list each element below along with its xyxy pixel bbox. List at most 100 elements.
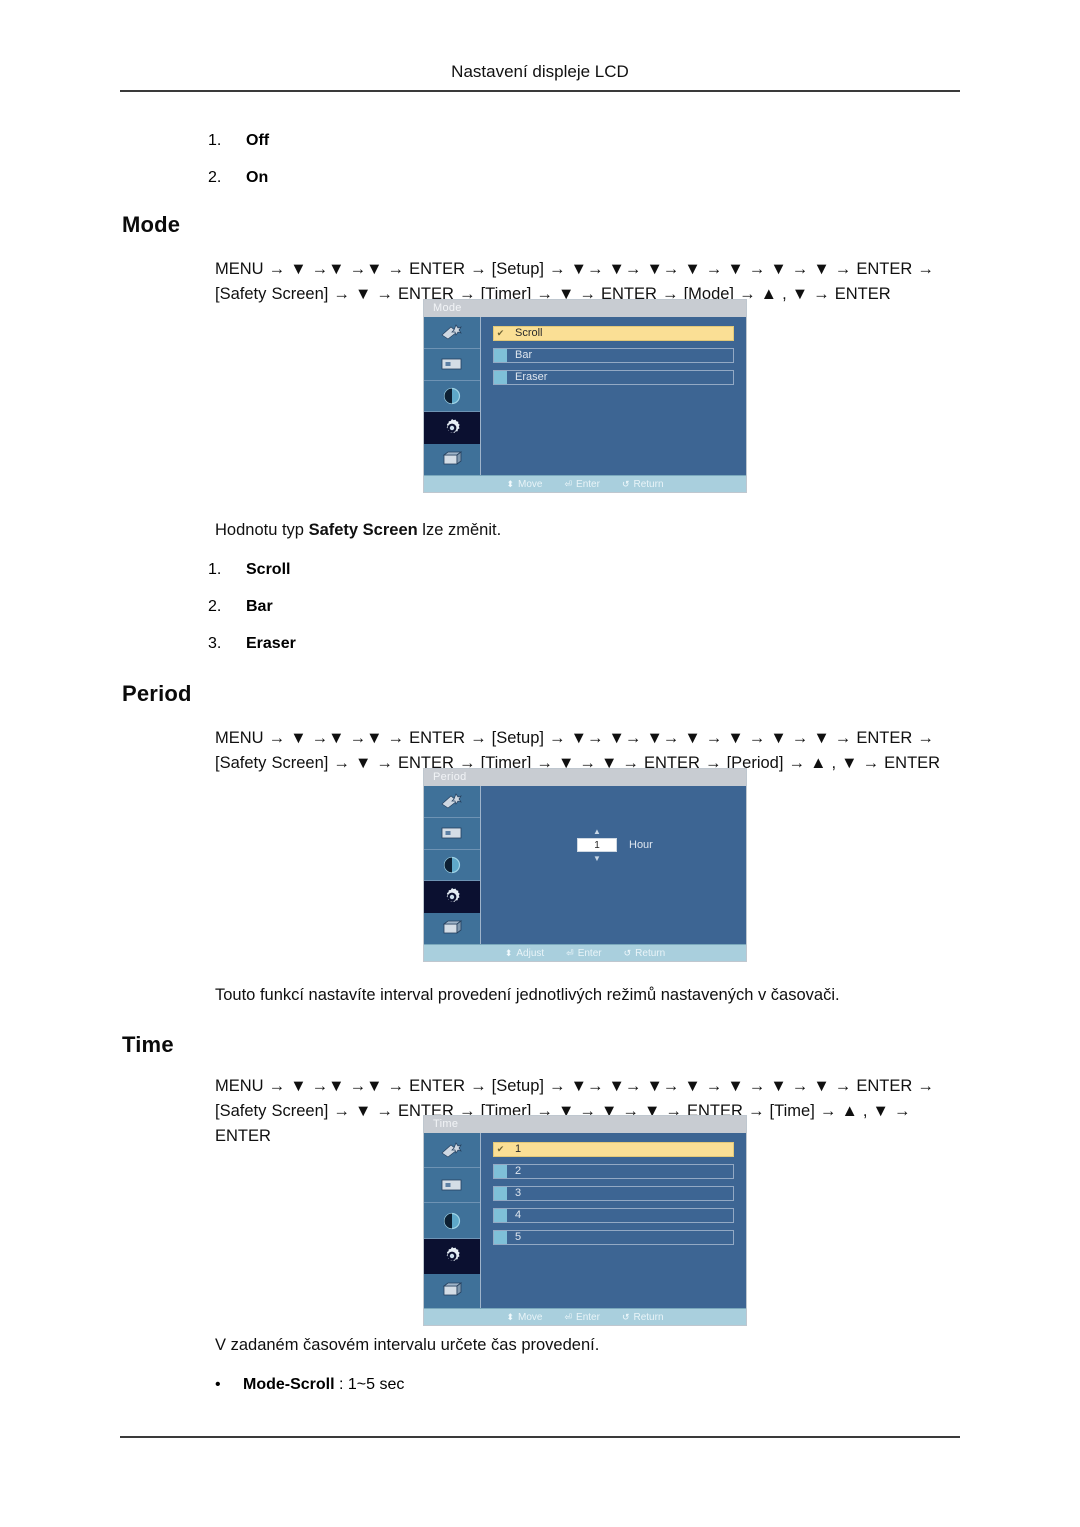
list-item-label: Off — [246, 132, 270, 149]
setup-gear-icon[interactable] — [424, 412, 480, 445]
mode-caption-bold: Safety Screen — [308, 521, 418, 539]
list-item-label: Eraser — [246, 635, 296, 652]
period-value-stepper[interactable]: ▲ 1 ▼ Hour — [577, 828, 653, 863]
setup-gear-icon[interactable] — [424, 1238, 480, 1274]
osd-hint-move: ⬍ Move — [506, 479, 542, 490]
osd-option-label: Eraser — [515, 371, 548, 383]
list-item-index: 1. — [208, 132, 222, 149]
page-header-title: Nastavení displeje LCD — [451, 62, 629, 81]
osd-main-mode: ✔ Scroll Bar Eraser — [481, 317, 746, 475]
screen-icon[interactable] — [424, 1168, 480, 1204]
mode-caption: Hodnotu typ Safety Screen lze změnit. — [215, 521, 501, 540]
enter-key-icon: ⏎ — [566, 947, 574, 958]
stepper-down-icon[interactable]: ▼ — [593, 855, 601, 863]
time-bullet-item: • Mode-Scroll : 1~5 sec — [215, 1376, 404, 1394]
osd-hint-adjust: ⬍ Adjust — [505, 948, 544, 959]
list-item-index: 1. — [208, 561, 222, 578]
bullet-label-rest: : 1~5 sec — [334, 1376, 405, 1393]
osd-hint-enter: ⏎ Enter — [564, 479, 599, 490]
move-updown-icon: ⬍ — [506, 1311, 515, 1322]
osd-sidebar — [424, 1133, 481, 1309]
osd-screenshot-period: Period ▲ 1 ▼ Hour ⬍ Adjust ⏎ Enter ↺ Ret… — [424, 769, 746, 961]
osd-hint-label: Return — [635, 947, 666, 959]
osd-screenshot-mode: Mode ✔ Scroll Bar Eraser ⬍ Move ⏎ Enter … — [424, 300, 746, 492]
checkbox-icon — [494, 1209, 507, 1222]
osd-option-row[interactable]: ✔ 1 — [493, 1142, 734, 1157]
osd-option-label: 5 — [515, 1231, 522, 1243]
osd-title-mode: Mode — [424, 300, 746, 317]
osd-body: ✔ 1 2 3 4 5 — [424, 1133, 746, 1309]
checkbox-icon: ✔ — [494, 327, 507, 340]
color-contrast-icon[interactable] — [424, 380, 480, 413]
list-item: 3. Eraser — [208, 635, 296, 653]
osd-hint-return: ↺ Return — [622, 1312, 664, 1323]
osd-option-row[interactable]: Eraser — [493, 370, 734, 385]
list-item-index: 2. — [208, 598, 222, 615]
mode-caption-pre: Hodnotu typ — [215, 521, 309, 539]
color-contrast-icon[interactable] — [424, 849, 480, 882]
checkbox-icon — [494, 1231, 507, 1244]
osd-footer-time: ⬍ Move ⏎ Enter ↺ Return — [424, 1308, 746, 1325]
osd-option-row[interactable]: 3 — [493, 1186, 734, 1201]
footer-divider — [120, 1436, 960, 1438]
picture-tools-icon[interactable] — [424, 1133, 480, 1169]
mode-option-list: 1. Scroll 2. Bar 3. Eraser — [208, 561, 296, 672]
checkbox-icon — [494, 1165, 507, 1178]
osd-main-time: ✔ 1 2 3 4 5 — [481, 1133, 746, 1308]
osd-option-row[interactable]: 2 — [493, 1164, 734, 1179]
picture-tools-icon[interactable] — [424, 317, 480, 349]
list-item-index: 3. — [208, 635, 222, 652]
osd-body: ▲ 1 ▼ Hour — [424, 786, 746, 944]
osd-hint-label: Move — [518, 478, 543, 490]
return-arrow-icon: ↺ — [621, 1311, 630, 1322]
osd-option-row[interactable]: Bar — [493, 348, 734, 363]
screen-icon[interactable] — [424, 817, 480, 850]
osd-title-time: Time — [424, 1116, 746, 1133]
period-value-field[interactable]: 1 — [577, 838, 617, 852]
stepper-column: ▲ 1 ▼ — [577, 828, 617, 863]
osd-option-row[interactable]: 5 — [493, 1230, 734, 1245]
list-item: 2. Bar — [208, 598, 296, 616]
stepper-up-icon[interactable]: ▲ — [593, 828, 601, 836]
checkbox-icon — [494, 349, 507, 362]
multi-control-icon[interactable] — [424, 444, 480, 475]
osd-hint-return: ↺ Return — [622, 479, 664, 490]
osd-footer-period: ⬍ Adjust ⏎ Enter ↺ Return — [424, 944, 746, 961]
bullet-label-bold: Mode-Scroll — [243, 1376, 335, 1393]
checkbox-icon — [494, 371, 507, 384]
osd-hint-label: Move — [518, 1311, 543, 1323]
osd-hint-enter: ⏎ Enter — [564, 1312, 599, 1323]
osd-option-label: 3 — [515, 1187, 522, 1199]
enter-key-icon: ⏎ — [564, 1311, 573, 1322]
screen-icon[interactable] — [424, 348, 480, 381]
osd-body: ✔ Scroll Bar Eraser — [424, 317, 746, 475]
osd-hint-enter: ⏎ Enter — [566, 948, 601, 959]
osd-hint-label: Adjust — [516, 947, 545, 959]
multi-control-icon[interactable] — [424, 913, 480, 944]
osd-hint-move: ⬍ Move — [506, 1312, 542, 1323]
period-unit-label: Hour — [629, 839, 653, 851]
move-updown-icon: ⬍ — [506, 478, 515, 489]
osd-option-row[interactable]: ✔ Scroll — [493, 326, 734, 341]
section-title-mode: Mode — [122, 212, 181, 237]
osd-option-label: 4 — [515, 1209, 522, 1221]
picture-tools-icon[interactable] — [424, 786, 480, 818]
osd-hint-return: ↺ Return — [624, 948, 666, 959]
list-item-label: Scroll — [246, 561, 291, 578]
osd-option-row[interactable]: 4 — [493, 1208, 734, 1223]
osd-option-label: 2 — [515, 1165, 522, 1177]
multi-control-icon[interactable] — [424, 1273, 480, 1309]
osd-screenshot-time: Time ✔ 1 2 3 4 5 ⬍ Move ⏎ Enter ↺ Return — [424, 1116, 746, 1325]
color-contrast-icon[interactable] — [424, 1203, 480, 1239]
checkbox-icon — [494, 1187, 507, 1200]
setup-gear-icon[interactable] — [424, 881, 480, 914]
period-description: Touto funkcí nastavíte interval proveden… — [215, 986, 840, 1004]
osd-sidebar — [424, 317, 481, 475]
list-item-index: 2. — [208, 169, 222, 186]
osd-hint-label: Enter — [576, 478, 600, 490]
osd-option-label: Scroll — [515, 327, 543, 339]
mode-caption-post: lze změnit. — [417, 521, 502, 539]
bullet-icon: • — [215, 1376, 221, 1393]
section-title-period: Period — [122, 681, 192, 706]
osd-hint-label: Return — [633, 1311, 664, 1323]
